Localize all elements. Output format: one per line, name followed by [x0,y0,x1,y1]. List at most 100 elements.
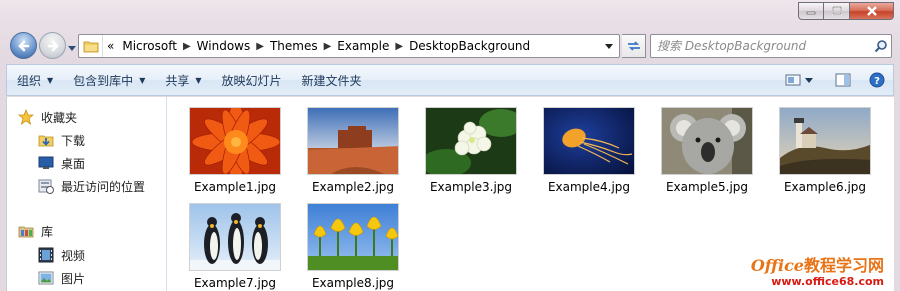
close-button[interactable] [850,2,894,20]
sidebar-item-label: 桌面 [61,156,86,171]
organize-label: 组织 [17,73,42,88]
preview-pane-button[interactable] [835,65,851,95]
chevron-down-icon: ▼ [47,75,54,85]
sidebar-item-recent-places[interactable]: 最近访问的位置 [37,176,145,196]
forward-arrow-icon [47,40,59,51]
file-name: Example7.jpg [193,276,277,290]
sidebar-item-label: 最近访问的位置 [61,179,146,194]
refresh-button[interactable] [622,34,646,58]
breadcrumb-separator-icon[interactable]: ▶ [322,41,334,52]
watermark-title-latin: Office [750,256,804,275]
file-item[interactable]: Example3.jpg [416,107,526,194]
address-bar[interactable]: « Microsoft ▶ Windows ▶ Themes ▶ Example… [78,34,620,58]
breadcrumb-desktopbackground[interactable]: DesktopBackground [405,35,534,57]
breadcrumb: « Microsoft ▶ Windows ▶ Themes ▶ Example… [103,35,599,57]
video-library-icon [37,247,55,263]
organize-menu[interactable]: 组织 ▼ [7,65,63,95]
recent-pages-dropdown[interactable] [68,41,76,55]
sidebar-item-label: 视频 [61,248,86,263]
preview-pane-icon [835,73,851,87]
file-item[interactable]: Example5.jpg [652,107,762,194]
chevron-down-icon [805,77,813,83]
address-history-dropdown[interactable] [599,35,619,57]
file-name: Example4.jpg [547,180,631,194]
breadcrumb-windows[interactable]: Windows [193,35,255,57]
site-watermark: Office教程学习网 www.office68.com [751,258,884,288]
new-folder-label: 新建文件夹 [301,73,362,88]
chevron-down-icon [68,46,76,51]
file-list: Example1.jpg Example2.jpg Example3.jpg E… [168,97,894,291]
chevron-down-icon: ▼ [195,75,202,85]
sidebar-item-label: 图片 [61,271,86,286]
sidebar-item-libraries[interactable]: 库 [17,221,53,241]
file-item[interactable]: Example6.jpg [770,107,880,194]
file-item[interactable]: Example8.jpg [298,203,408,290]
slideshow-button[interactable]: 放映幻灯片 [212,65,292,95]
back-arrow-icon [17,40,29,51]
file-name: Example6.jpg [783,180,867,194]
explorer-window: « Microsoft ▶ Windows ▶ Themes ▶ Example… [0,0,900,291]
view-dropdown[interactable] [805,65,813,95]
file-item[interactable]: Example7.jpg [180,203,290,290]
file-item[interactable]: Example2.jpg [298,107,408,194]
sidebar-item-favorites[interactable]: 收藏夹 [17,107,77,127]
navigation-pane: 收藏夹 下载 桌面 最近访问的位置 库 视频 图片 [7,97,167,291]
svg-text:?: ? [874,76,880,87]
chevron-down-icon [605,43,613,49]
command-bar: 组织 ▼ 包含到库中 ▼ 共享 ▼ 放映幻灯片 新建文件夹 ? [6,64,894,96]
desktop-icon [37,155,55,171]
breadcrumb-separator-icon[interactable]: ▶ [181,41,193,52]
file-name: Example8.jpg [311,276,395,290]
forward-button[interactable] [39,32,66,59]
minimize-icon [806,11,816,15]
breadcrumb-themes[interactable]: Themes [266,35,322,57]
include-library-label: 包含到库中 [73,73,134,88]
sidebar-item-downloads[interactable]: 下载 [37,130,85,150]
share-menu[interactable]: 共享 ▼ [155,65,211,95]
watermark-title-cn: 教程学习网 [803,256,884,275]
file-name: Example3.jpg [429,180,513,194]
image-thumbnail [661,107,753,175]
library-icon [17,223,35,239]
maximize-icon [831,6,842,15]
breadcrumb-microsoft[interactable]: Microsoft [118,35,181,57]
search-box[interactable] [650,34,892,58]
share-label: 共享 [165,73,190,88]
sidebar-item-pictures[interactable]: 图片 [37,268,85,288]
image-thumbnail [425,107,517,175]
sidebar-item-desktop[interactable]: 桌面 [37,153,85,173]
navigation-bar: « Microsoft ▶ Windows ▶ Themes ▶ Example… [8,30,892,60]
close-icon [866,6,877,16]
watermark-title: Office教程学习网 [751,258,884,274]
breadcrumb-overflow[interactable]: « [103,35,118,57]
search-icon[interactable] [871,39,891,53]
sidebar-item-label: 库 [41,224,54,239]
file-name: Example2.jpg [311,180,395,194]
view-controls: ? [771,65,885,95]
minimize-button[interactable] [798,2,824,20]
sidebar-item-label: 下载 [61,133,86,148]
file-item[interactable]: Example1.jpg [180,107,290,194]
sidebar-item-label: 收藏夹 [41,110,78,125]
breadcrumb-example[interactable]: Example [333,35,393,57]
breadcrumb-separator-icon[interactable]: ▶ [254,41,266,52]
star-icon [17,109,35,125]
explorer-body: 收藏夹 下载 桌面 最近访问的位置 库 视频 图片 Example1.jpg E… [6,97,894,291]
recent-places-icon [37,178,55,194]
breadcrumb-separator-icon[interactable]: ▶ [393,41,405,52]
file-item[interactable]: Example4.jpg [534,107,644,194]
image-thumbnail [307,107,399,175]
maximize-button[interactable] [824,2,850,20]
search-input[interactable] [651,36,871,56]
include-in-library-menu[interactable]: 包含到库中 ▼ [63,65,155,95]
file-name: Example5.jpg [665,180,749,194]
help-button[interactable]: ? [869,65,885,95]
view-options-icon [785,74,801,86]
new-folder-button[interactable]: 新建文件夹 [292,65,372,95]
sidebar-item-videos[interactable]: 视频 [37,245,85,265]
back-button[interactable] [10,32,37,59]
change-view-button[interactable] [785,65,801,95]
watermark-url: www.office68.com [771,275,884,288]
image-thumbnail [779,107,871,175]
folder-icon [79,35,103,57]
